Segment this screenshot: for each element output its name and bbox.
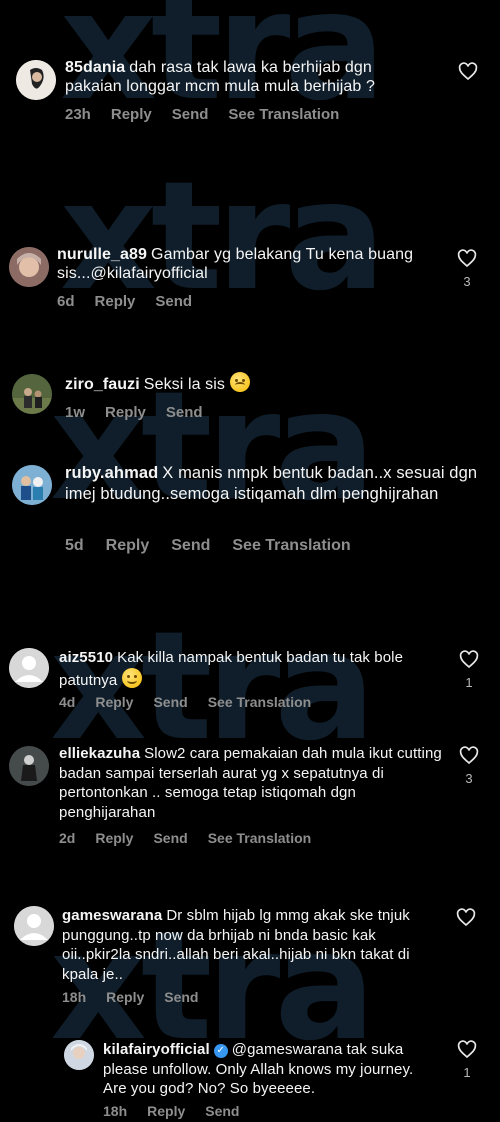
comment-time: 2d (59, 830, 76, 846)
comment-text: elliekazuha Slow2 cara pemakaian dah mula… (59, 744, 444, 822)
comment-username[interactable]: elliekazuha (59, 745, 140, 762)
comment-meta: 4d Reply Send See Translation (59, 694, 331, 710)
like-count: 1 (463, 1065, 471, 1080)
reply-button[interactable]: Reply (106, 989, 144, 1005)
like-button[interactable]: 1 (455, 1040, 479, 1080)
send-button[interactable]: Send (153, 830, 187, 846)
avatar[interactable] (12, 465, 52, 505)
heart-icon (459, 746, 479, 765)
heart-icon (457, 249, 477, 268)
see-translation-button[interactable]: See Translation (232, 537, 350, 555)
sad-face-emoji-icon (229, 372, 250, 392)
comment-meta: 2d Reply Send See Translation (59, 830, 331, 846)
comment-username[interactable]: nurulle_a89 (57, 246, 147, 263)
comment-username[interactable]: gameswarana (62, 907, 162, 924)
reply-button[interactable]: Reply (106, 537, 150, 555)
comment-time: 6d (57, 293, 75, 310)
comment-username[interactable]: ruby.ahmad (65, 464, 158, 482)
send-button[interactable]: Send (172, 106, 209, 123)
avatar[interactable] (14, 906, 54, 946)
send-button[interactable]: Send (171, 537, 210, 555)
send-button[interactable]: Send (164, 989, 198, 1005)
heart-icon (458, 62, 478, 81)
like-count: 3 (465, 771, 473, 786)
comment-meta: 1w Reply Send (65, 404, 223, 421)
comment-body: Seksi la sis (143, 376, 226, 393)
comment-time: 4d (59, 694, 76, 710)
heart-icon (459, 650, 479, 669)
comment-text: kilafairyofficial ✓ @gameswarana tak suka … (103, 1040, 433, 1099)
comment-meta: 5d Reply Send See Translation (65, 537, 371, 555)
avatar[interactable] (9, 648, 49, 688)
like-button[interactable]: 3 (457, 746, 481, 786)
see-translation-button[interactable]: See Translation (208, 830, 311, 846)
comment-time: 23h (65, 106, 91, 123)
comment-time: 5d (65, 537, 84, 554)
comment-text: aiz5510 Kak killa nampak bentuk badan tu … (59, 648, 429, 691)
like-button[interactable]: 1 (457, 650, 481, 690)
comment-username[interactable]: aiz5510 (59, 649, 113, 666)
send-button[interactable]: Send (166, 404, 203, 421)
see-translation-button[interactable]: See Translation (228, 106, 339, 123)
see-translation-button[interactable]: See Translation (208, 694, 311, 710)
heart-icon (456, 908, 476, 927)
comment-username[interactable]: 85dania (65, 59, 125, 76)
reply-button[interactable]: Reply (105, 404, 146, 421)
like-button[interactable] (456, 62, 480, 81)
comment-meta: 18h Reply Send (103, 1103, 259, 1119)
reply-button[interactable]: Reply (147, 1103, 185, 1119)
like-count: 1 (465, 675, 473, 690)
comment-time: 18h (103, 1103, 128, 1119)
avatar[interactable] (16, 60, 56, 100)
comment-username[interactable]: kilafairyofficial (103, 1041, 210, 1058)
comment-time: 18h (62, 989, 87, 1005)
comment-meta: 6d Reply Send (57, 293, 212, 310)
comment-text: 85dania dah rasa tak lawa ka berhijab dgn… (65, 58, 410, 96)
send-button[interactable]: Send (205, 1103, 239, 1119)
avatar[interactable] (9, 247, 49, 287)
send-button[interactable]: Send (155, 293, 192, 310)
avatar[interactable] (64, 1040, 94, 1070)
smile-emoji-icon (121, 668, 142, 688)
comment-text: gameswarana Dr sblm hijab lg mmg akak ske… (62, 906, 437, 984)
comment-text: ziro_fauzi Seksi la sis (65, 372, 410, 394)
heart-icon (457, 1040, 477, 1059)
reply-button[interactable]: Reply (95, 694, 133, 710)
reply-button[interactable]: Reply (95, 830, 133, 846)
comment-text: nurulle_a89 Gambar yg belakang Tu kena bu… (57, 245, 437, 283)
send-button[interactable]: Send (153, 694, 187, 710)
reply-button[interactable]: Reply (111, 106, 152, 123)
comment-meta: 18h Reply Send (62, 989, 218, 1005)
verified-badge-icon: ✓ (213, 1044, 228, 1058)
comment-text: ruby.ahmad X manis nmpk bentuk badan..x s… (65, 463, 490, 505)
like-button[interactable]: 3 (455, 249, 479, 289)
reply-button[interactable]: Reply (95, 293, 136, 310)
like-button[interactable] (454, 908, 478, 927)
avatar[interactable] (9, 746, 49, 786)
like-count: 3 (463, 274, 471, 289)
avatar[interactable] (12, 374, 52, 414)
comment-meta: 23h Reply Send See Translation (65, 106, 359, 123)
comment-time: 1w (65, 404, 86, 421)
comment-username[interactable]: ziro_fauzi (65, 376, 140, 393)
